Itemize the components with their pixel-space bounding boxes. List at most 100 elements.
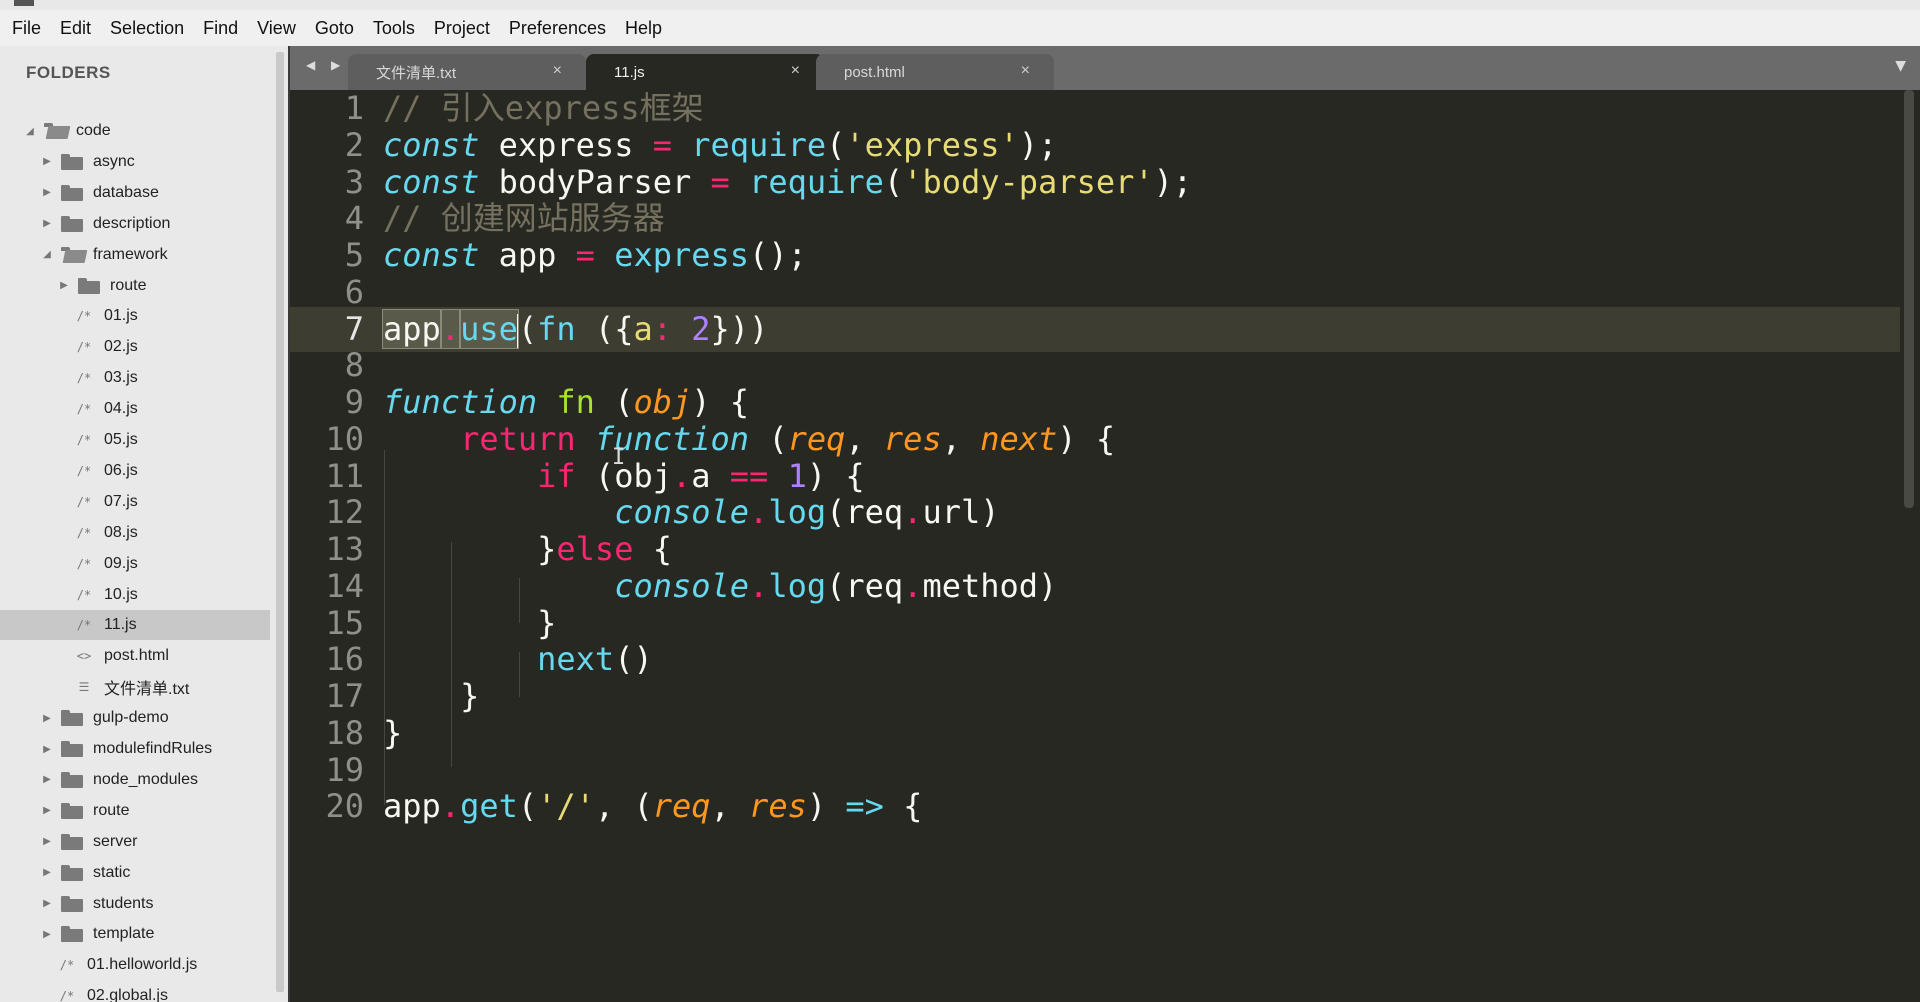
code-line[interactable]: } bbox=[383, 711, 402, 756]
js-file-icon: /* bbox=[76, 494, 92, 509]
tree-item-10-js[interactable]: /* 10.js bbox=[0, 580, 270, 610]
tab-file-list[interactable]: 文件清单.txt × bbox=[348, 54, 586, 90]
tab-11-js[interactable]: 11.js × bbox=[586, 54, 824, 90]
code-token: a bbox=[633, 309, 653, 348]
tree-item-post-html[interactable]: <> post.html bbox=[0, 641, 270, 671]
code-line[interactable]: app.use(fn ({a: 2})) bbox=[382, 307, 768, 352]
close-icon[interactable]: × bbox=[1021, 62, 1030, 80]
menu-goto[interactable]: Goto bbox=[315, 18, 354, 39]
tree-item-description[interactable]: ▶ description bbox=[0, 209, 270, 239]
folder-icon bbox=[61, 833, 83, 850]
code-token: require bbox=[691, 125, 827, 164]
menu-view[interactable]: View bbox=[257, 18, 296, 39]
code-token: } bbox=[383, 530, 557, 568]
tab-post-html[interactable]: post.html × bbox=[816, 54, 1054, 90]
code-token: const bbox=[383, 162, 480, 201]
js-file-icon: /* bbox=[76, 587, 92, 602]
collapsed-arrow-icon[interactable]: ▶ bbox=[58, 271, 70, 301]
tree-item-database[interactable]: ▶ database bbox=[0, 178, 270, 208]
code-token: (); bbox=[749, 236, 807, 274]
collapsed-arrow-icon[interactable]: ▶ bbox=[41, 178, 53, 208]
tree-item-static[interactable]: ▶ static bbox=[0, 858, 270, 888]
expanded-arrow-icon[interactable]: ◢ bbox=[41, 240, 53, 270]
tab-dropdown-icon[interactable]: ▼ bbox=[1895, 58, 1906, 74]
menu-find[interactable]: Find bbox=[203, 18, 238, 39]
collapsed-arrow-icon[interactable]: ▶ bbox=[41, 827, 53, 857]
code-line[interactable]: const app = express(); bbox=[383, 233, 807, 278]
folder-icon bbox=[61, 246, 83, 263]
code-token: ); bbox=[1153, 162, 1193, 201]
sidebar-scrollbar[interactable] bbox=[276, 52, 284, 992]
editor-scrollbar[interactable] bbox=[1904, 90, 1914, 508]
collapsed-arrow-icon[interactable]: ▶ bbox=[41, 765, 53, 795]
close-icon[interactable]: × bbox=[791, 62, 800, 80]
menu-project[interactable]: Project bbox=[434, 18, 490, 39]
code-token: : bbox=[652, 309, 672, 348]
tree-item-04-js[interactable]: /* 04.js bbox=[0, 394, 270, 424]
tree-item-code[interactable]: ◢ code bbox=[0, 116, 270, 146]
code-token: res bbox=[749, 787, 807, 826]
expanded-arrow-icon[interactable]: ◢ bbox=[24, 116, 36, 146]
tree-item-gulp-demo[interactable]: ▶ gulp-demo bbox=[0, 703, 270, 733]
collapsed-arrow-icon[interactable]: ▶ bbox=[41, 147, 53, 177]
tree-item-route[interactable]: ▶ route bbox=[0, 271, 270, 301]
code-token: } bbox=[383, 603, 557, 642]
tree-item-05-js[interactable]: /* 05.js bbox=[0, 425, 270, 455]
code-token: == bbox=[729, 456, 769, 495]
menu-selection[interactable]: Selection bbox=[110, 18, 184, 39]
close-icon[interactable]: × bbox=[553, 62, 562, 80]
folder-icon bbox=[61, 802, 83, 819]
tree-item-label: 文件清单.txt bbox=[104, 681, 190, 699]
tab-nav-icon[interactable]: ◀ ▶ bbox=[306, 58, 346, 72]
tree-item-node-modules[interactable]: ▶ node_modules bbox=[0, 765, 270, 795]
tree-item-async[interactable]: ▶ async bbox=[0, 147, 270, 177]
code-line[interactable]: app.get('/', (req, res) => { bbox=[383, 784, 922, 829]
menu-preferences[interactable]: Preferences bbox=[509, 18, 606, 39]
collapsed-arrow-icon[interactable]: ▶ bbox=[41, 796, 53, 826]
tree-item-01-js[interactable]: /* 01.js bbox=[0, 301, 270, 331]
tree-item-03-js[interactable]: /* 03.js bbox=[0, 363, 270, 393]
code-editor[interactable]: 1 2 3 4 5 6 7 8 9 10 11 12 13 14 15 16 17 18 19 20 // 引入exp… bbox=[290, 90, 1920, 1002]
window-titlebar bbox=[0, 0, 1920, 10]
menu-tools[interactable]: Tools bbox=[373, 18, 415, 39]
tree-item-students[interactable]: ▶ students bbox=[0, 889, 270, 919]
tree-item-02-js[interactable]: /* 02.js bbox=[0, 332, 270, 362]
tree-item-label: code bbox=[76, 122, 111, 139]
indent-guide bbox=[384, 450, 385, 805]
collapsed-arrow-icon[interactable]: ▶ bbox=[41, 889, 53, 919]
tree-item-07-js[interactable]: /* 07.js bbox=[0, 487, 270, 517]
code-token: 1 bbox=[787, 456, 807, 495]
tree-item-06-js[interactable]: /* 06.js bbox=[0, 456, 270, 486]
tree-item-framework[interactable]: ◢ framework bbox=[0, 240, 270, 270]
menu-edit[interactable]: Edit bbox=[60, 18, 91, 39]
collapsed-arrow-icon[interactable]: ▶ bbox=[41, 919, 53, 949]
code-token: 'body-parser' bbox=[903, 162, 1154, 201]
tree-item-label: async bbox=[93, 152, 135, 170]
code-token: } bbox=[383, 677, 480, 715]
code-token: . bbox=[749, 566, 769, 605]
tree-item-11-js[interactable]: /* 11.js bbox=[0, 610, 270, 641]
sidebar: FOLDERS ◢ code ▶ async ▶ database ▶ description… bbox=[0, 46, 288, 1002]
menu-help[interactable]: Help bbox=[625, 18, 662, 39]
tree-item-modulefindrules[interactable]: ▶ modulefindRules bbox=[0, 734, 270, 764]
tree-item-template[interactable]: ▶ template bbox=[0, 919, 270, 949]
tree-item-label: node_modules bbox=[93, 770, 198, 788]
tab-label: 文件清单.txt bbox=[376, 64, 457, 82]
tree-item-08-js[interactable]: /* 08.js bbox=[0, 518, 270, 548]
code-token: . bbox=[903, 493, 923, 532]
menu-file[interactable]: File bbox=[12, 18, 41, 39]
collapsed-arrow-icon[interactable]: ▶ bbox=[41, 858, 53, 888]
tree-item-09-js[interactable]: /* 09.js bbox=[0, 549, 270, 579]
collapsed-arrow-icon[interactable]: ▶ bbox=[41, 703, 53, 733]
tree-item-01-helloworld-js[interactable]: /* 01.helloworld.js bbox=[0, 950, 270, 980]
tree-item-route[interactable]: ▶ route bbox=[0, 796, 270, 826]
tree-item-txt[interactable]: ☰ 文件清单.txt bbox=[0, 672, 270, 702]
collapsed-arrow-icon[interactable]: ▶ bbox=[41, 209, 53, 239]
tree-item-02-global-js[interactable]: /* 02.global.js bbox=[0, 981, 270, 1002]
tree-item-server[interactable]: ▶ server bbox=[0, 827, 270, 857]
collapsed-arrow-icon[interactable]: ▶ bbox=[41, 734, 53, 764]
